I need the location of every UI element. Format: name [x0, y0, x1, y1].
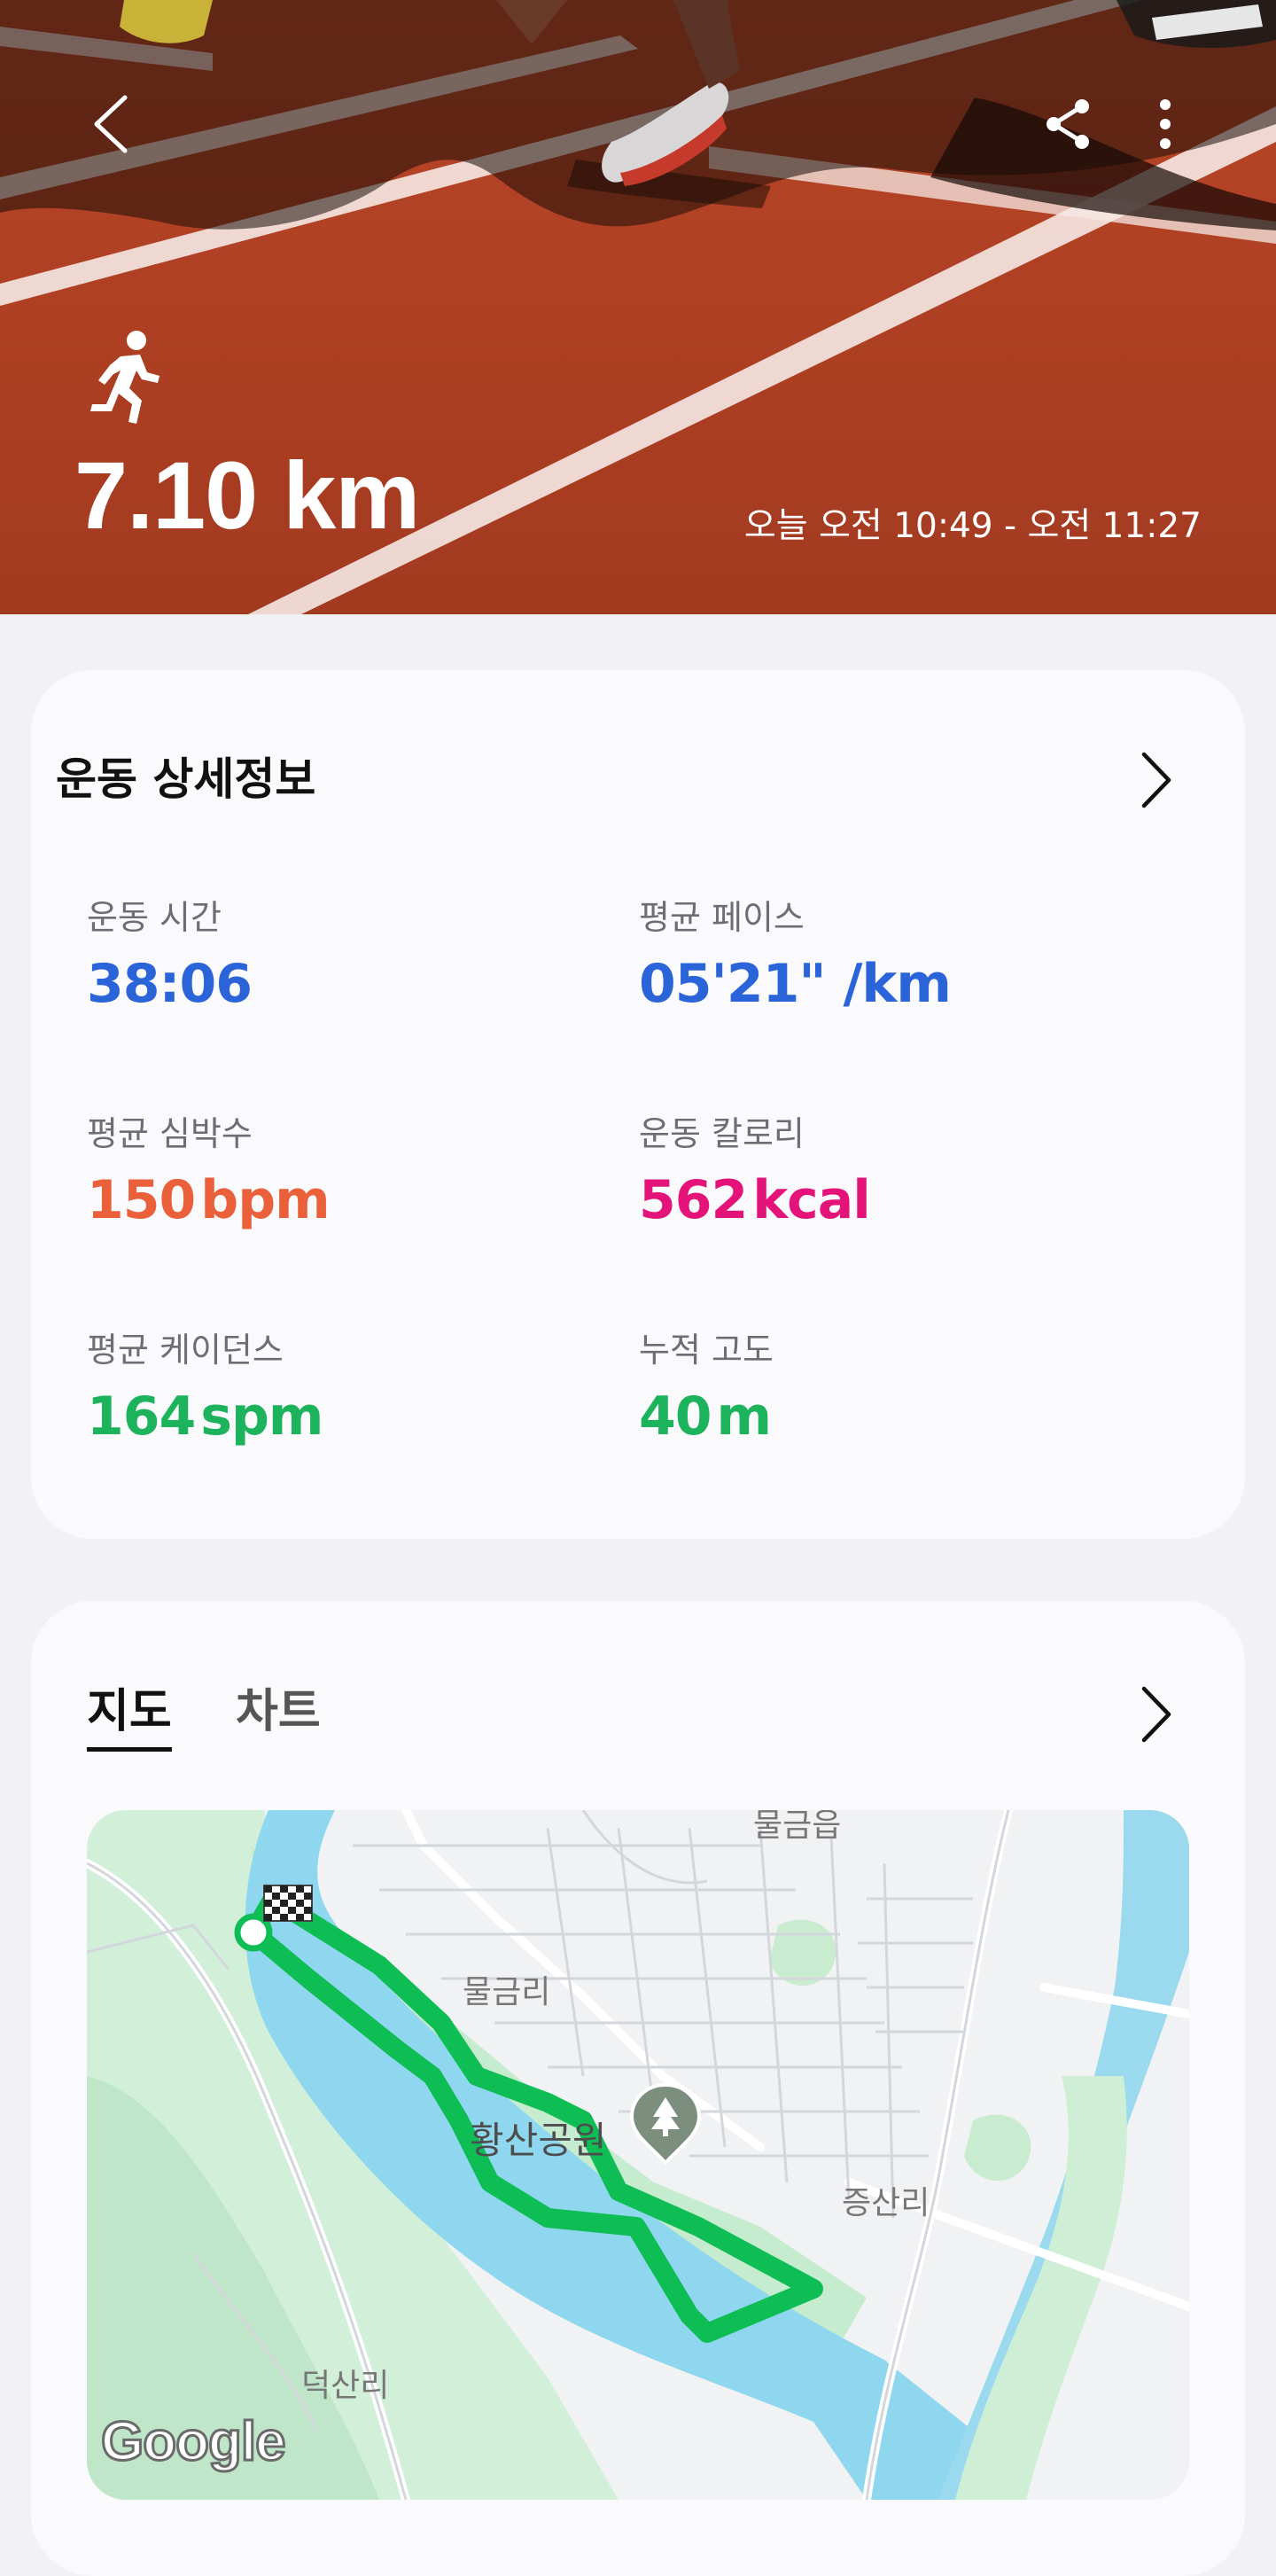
back-button[interactable] — [71, 84, 151, 164]
stat-label-calories: 운동 칼로리 — [639, 1114, 805, 1153]
stat-unit-heart-rate: bpm — [200, 1169, 330, 1231]
stat-value-duration: 38:06 — [87, 957, 253, 1011]
details-title: 운동 상세정보 — [56, 753, 316, 805]
details-more-button[interactable] — [1125, 745, 1187, 816]
chevron-left-icon — [94, 95, 128, 153]
more-options-button[interactable] — [1125, 84, 1205, 164]
stat-number-cadence: 164 — [87, 1386, 196, 1448]
running-icon — [90, 331, 160, 424]
share-icon — [1046, 99, 1089, 149]
stat-unit-elevation: m — [716, 1386, 773, 1448]
map-more-button[interactable] — [1125, 1679, 1187, 1750]
chevron-right-icon — [1141, 752, 1171, 808]
stat-number-heart-rate: 150 — [87, 1169, 196, 1231]
more-vertical-icon — [1160, 99, 1171, 149]
stat-value-elevation: 40 m — [639, 1390, 772, 1443]
stat-label-duration: 운동 시간 — [87, 898, 222, 937]
hero-header: 7.10 km 오늘 오전 10:49 - 오전 11:27 — [0, 0, 1276, 614]
map-label-mulgeum-eup: 물금읍 — [753, 1810, 842, 1844]
stat-number-duration: 38:06 — [87, 953, 253, 1015]
share-button[interactable] — [1028, 84, 1108, 164]
stat-value-calories: 562 kcal — [639, 1174, 871, 1227]
map-label-deoksan-ri: 덕산리 — [301, 2368, 390, 2404]
stat-number-calories: 562 — [639, 1169, 748, 1231]
stat-number-pace: 05'21" /km — [639, 953, 952, 1015]
map-label-hwangsan-park: 황산공원 — [470, 2119, 607, 2162]
stat-value-cadence: 164 spm — [87, 1390, 323, 1443]
stat-value-pace: 05'21" /km — [639, 957, 952, 1011]
stat-label-elevation: 누적 고도 — [639, 1331, 774, 1370]
tab-map-underline — [87, 1747, 172, 1752]
route-map[interactable]: 물금읍 물금리 황산공원 증산리 덕산리 Google — [87, 1810, 1189, 2500]
map-label-jeungsan-ri: 증산리 — [842, 2185, 930, 2221]
stat-label-cadence: 평균 케이던스 — [87, 1331, 284, 1370]
stat-label-heart-rate: 평균 심박수 — [87, 1114, 253, 1153]
google-logo: Google — [100, 2411, 288, 2472]
tab-chart[interactable]: 차트 — [236, 1689, 321, 1735]
stat-value-heart-rate: 150 bpm — [87, 1174, 331, 1227]
distance-value: 7.10 km — [74, 441, 420, 549]
stat-unit-cadence: spm — [200, 1386, 323, 1448]
stat-number-elevation: 40 — [639, 1386, 712, 1448]
tab-map[interactable]: 지도 — [87, 1689, 172, 1735]
map-label-mulgeum-ri: 물금리 — [463, 1974, 551, 2010]
map-canvas — [87, 1810, 1189, 2500]
chevron-right-icon — [1141, 1686, 1171, 1743]
workout-time-range: 오늘 오전 10:49 - 오전 11:27 — [743, 506, 1202, 546]
stat-unit-calories: kcal — [752, 1169, 871, 1231]
stat-label-pace: 평균 페이스 — [639, 898, 805, 937]
